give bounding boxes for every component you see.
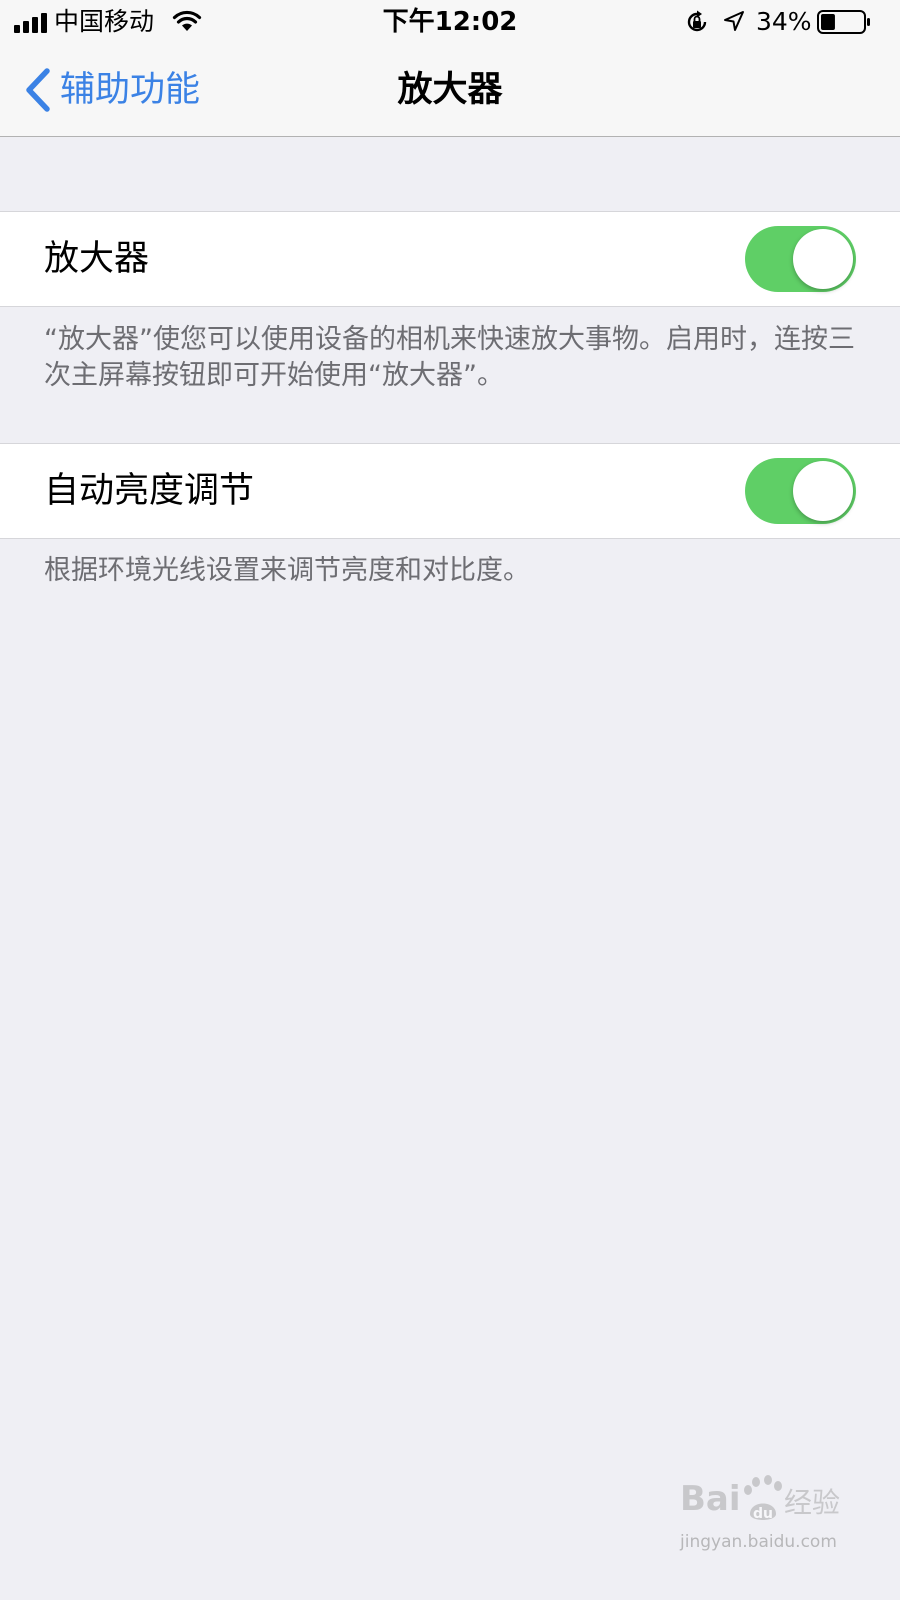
auto-brightness-footer-text: 根据环境光线设置来调节亮度和对比度。: [44, 555, 530, 586]
auto-brightness-label: 自动亮度调节: [44, 471, 255, 511]
magnifier-footer-text: “放大器”使您可以使用设备的相机来快速放大事物。启用时，连按三次主屏幕按钮即可开…: [44, 324, 855, 391]
baidu-jingyan-watermark: Bai du 经验 jingyan.baidu.com: [680, 1470, 880, 1570]
page-title: 放大器: [397, 70, 503, 110]
auto-brightness-toggle[interactable]: [745, 458, 856, 524]
toggle-knob: [793, 461, 853, 521]
battery-icon: [817, 10, 870, 34]
svg-text:du: du: [753, 1506, 773, 1522]
toggle-knob: [793, 229, 853, 289]
rotation-lock-icon: [687, 10, 707, 32]
baidu-paw-logo-icon: Bai du 经验: [680, 1475, 840, 1522]
status-bar: 中国移动 下午12:02 34%: [0, 0, 900, 44]
svg-text:Bai: Bai: [680, 1479, 741, 1519]
location-arrow-icon: [724, 11, 744, 31]
battery-percent: 34%: [756, 7, 812, 36]
svg-text:经验: 经验: [784, 1486, 840, 1519]
navigation-bar: 辅助功能 放大器: [0, 44, 900, 137]
magnifier-toggle[interactable]: [745, 226, 856, 292]
settings-row-auto-brightness: 自动亮度调节: [0, 443, 900, 539]
settings-row-magnifier: 放大器: [0, 211, 900, 307]
watermark-url: jingyan.baidu.com: [680, 1532, 837, 1552]
magnifier-label: 放大器: [44, 239, 150, 279]
